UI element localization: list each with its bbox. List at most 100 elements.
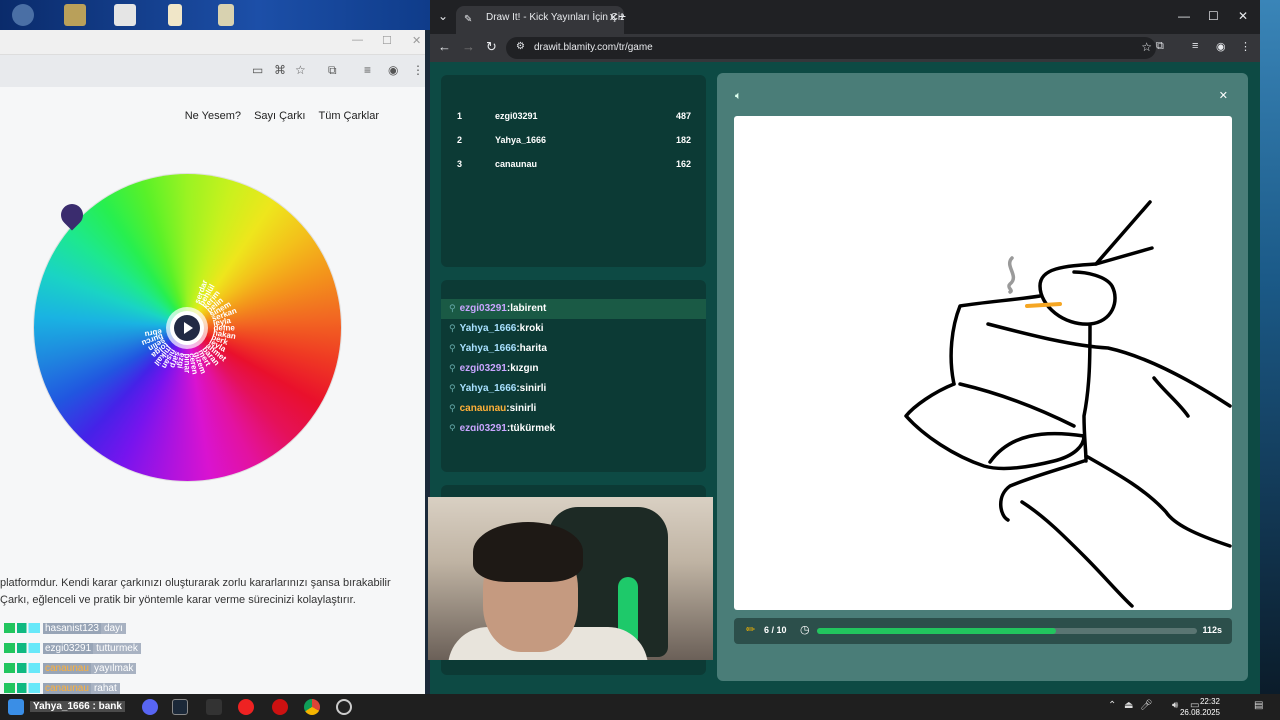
forward-icon[interactable]: → <box>462 39 475 54</box>
desktop-folder-icon[interactable] <box>168 4 182 26</box>
taskbar-chat-label: Yahya_1666 : bank <box>30 701 125 712</box>
extensions-icon[interactable]: ⧉ <box>1156 40 1164 53</box>
tab-search-icon[interactable]: ⌄ <box>438 9 448 23</box>
cast-icon[interactable]: ▭ <box>252 63 263 77</box>
chat-message: ⚲ canaunau:sinirli <box>449 403 537 414</box>
chat-badge-icon: ⚲ <box>449 423 456 431</box>
drawing-canvas[interactable] <box>734 116 1232 610</box>
network-icon[interactable]: ⏏ <box>1124 700 1133 711</box>
wheel-page: Ne Yesem? Sayı Çarkı Tüm Çarklar serdar b… <box>0 87 425 694</box>
close-panel-icon[interactable]: ✕ <box>1219 89 1228 102</box>
site-nav: Ne Yesem? Sayı Çarkı Tüm Çarklar <box>175 110 379 122</box>
site-info-icon[interactable]: ⚙ <box>516 41 525 52</box>
steam-icon[interactable] <box>172 699 188 715</box>
chat-badges-icon <box>4 623 40 633</box>
bookmark-star-icon[interactable]: ☆ <box>1141 40 1152 54</box>
start-icon[interactable] <box>8 699 24 715</box>
chat-line: canaunau yayılmak <box>4 658 141 678</box>
drawing-panel: 🔈︎ ✕ ✏︎ 6 / 10 ◷ 112s <box>717 73 1248 681</box>
round-progress: ✏︎ 6 / 10 ◷ 112s <box>734 618 1232 644</box>
taskbar: Yahya_1666 : bank ⌃ ⏏ 🎤︎ 🔊︎ ▭ 22:32 26.0… <box>0 694 1280 720</box>
new-tab-icon[interactable]: + <box>618 8 626 24</box>
chrome-icon[interactable] <box>304 699 320 715</box>
maximize-icon[interactable]: ☐ <box>1208 9 1219 23</box>
chat-badge-icon: ⚲ <box>449 303 456 313</box>
notification-icon[interactable]: ▤ <box>1254 700 1263 711</box>
wheel-segment-label: ebru <box>144 327 163 339</box>
translate-icon[interactable]: ⌘ <box>274 63 286 77</box>
epic-games-icon[interactable] <box>206 699 222 715</box>
nav-link-tum-carklar[interactable]: Tüm Çarklar <box>318 110 379 122</box>
desktop-file-icon[interactable] <box>218 4 234 26</box>
chat-line: ezgi03291 tutturmek <box>4 638 141 658</box>
chat-line: canaunau rahat <box>4 678 141 694</box>
leaderboard-row: 1 ezgi03291 487 <box>457 111 691 121</box>
taskbar-clock[interactable]: 22:32 26.08.2025 <box>1180 696 1220 718</box>
chat-line: hasanist123 dayı <box>4 618 141 638</box>
discord-icon[interactable] <box>142 699 158 715</box>
chat-message: ⚲ Yahya_1666:kroki <box>449 323 544 334</box>
desktop-background <box>0 0 430 30</box>
volume-icon[interactable]: 🔊︎ <box>1172 700 1178 711</box>
browser-toolbar: ▭ ⌘ ☆ ⧉ ≡ ◉ ⋮ <box>0 55 425 87</box>
profile-icon[interactable]: ◉ <box>388 63 398 77</box>
mic-icon[interactable]: 🎤︎ <box>1140 700 1153 711</box>
leaderboard-row: 3 canaunau 162 <box>457 159 691 169</box>
leaderboard-panel: 1 ezgi03291 487 2 Yahya_1666 182 3 canaunau 16… <box>441 75 706 267</box>
chat-badge-icon: ⚲ <box>449 363 456 373</box>
guess-chat-list: ⚲ ezgi03291:labirent ⚲ Yahya_1666:kroki ⚲ Yah… <box>441 299 706 431</box>
chat-badge-icon: ⚲ <box>449 403 456 413</box>
chat-message: ⚲ ezgi03291:tükürmek <box>449 423 556 431</box>
chat-badge-icon: ⚲ <box>449 323 456 333</box>
app-red-icon[interactable] <box>238 699 254 715</box>
url-input[interactable]: ⚙ drawit.blamity.com/tr/game ☆ <box>506 37 1156 59</box>
desktop-app-icon[interactable] <box>12 4 34 26</box>
chat-badge-icon: ⚲ <box>449 383 456 393</box>
stream-chat-overlay: hasanist123 dayı ezgi03291 tutturmek canau… <box>4 618 141 694</box>
opera-icon[interactable] <box>272 699 288 715</box>
desktop-game-icon[interactable] <box>64 4 86 26</box>
nav-link-ne-yesem[interactable]: Ne Yesem? <box>185 110 241 122</box>
chat-message: ⚲ Yahya_1666:sinirli <box>449 383 547 394</box>
desktop-background <box>1260 0 1280 694</box>
play-icon <box>174 315 200 341</box>
menu-icon[interactable]: ⋮ <box>412 63 424 77</box>
close-icon[interactable]: ✕ <box>412 34 421 47</box>
chat-message: ⚲ Yahya_1666:harita <box>449 343 547 354</box>
chat-badges-icon <box>4 643 40 653</box>
leaderboard-row: 2 Yahya_1666 182 <box>457 135 691 145</box>
maximize-icon[interactable]: ☐ <box>382 34 392 47</box>
profile-icon[interactable]: ◉ <box>1216 40 1226 53</box>
pencil-favicon-icon: ✎ <box>464 14 473 25</box>
close-tab-icon[interactable]: ✕ <box>609 11 618 24</box>
address-bar: ← → ↻ ⚙ drawit.blamity.com/tr/game ☆ ⧉ ≡… <box>430 34 1260 62</box>
media-icon[interactable]: ≡ <box>364 63 371 77</box>
minimize-icon[interactable]: — <box>1178 9 1190 23</box>
obs-icon[interactable] <box>336 699 352 715</box>
minimize-icon[interactable]: — <box>352 34 363 46</box>
menu-icon[interactable]: ⋮ <box>1240 40 1251 53</box>
chat-badges-icon <box>4 663 40 673</box>
media-icon[interactable]: ≡ <box>1192 40 1198 52</box>
close-icon[interactable]: ✕ <box>1238 9 1248 23</box>
bookmark-star-icon[interactable]: ☆ <box>295 63 306 77</box>
wheel-browser-window: — ☐ ✕ ▭ ⌘ ☆ ⧉ ≡ ◉ ⋮ Ne Yesem? Sayı Çarkı… <box>0 30 425 694</box>
extensions-icon[interactable]: ⧉ <box>328 63 337 78</box>
desktop-game-icon[interactable] <box>114 4 136 26</box>
pencil-icon: ✏︎ <box>746 624 756 636</box>
window-titlebar: — ☐ ✕ <box>0 30 425 55</box>
spin-button[interactable] <box>170 311 204 345</box>
tab-draw-it[interactable]: ✎ Draw It! - Kick Yayınları İçin Çiz ✕ <box>456 6 624 34</box>
back-icon[interactable]: ← <box>438 39 451 54</box>
chat-message: ⚲ ezgi03291:labirent <box>441 299 706 319</box>
sound-icon[interactable]: 🔈︎ <box>735 90 742 103</box>
drawing-strokes <box>904 200 1232 608</box>
reload-icon[interactable]: ↻ <box>486 39 497 55</box>
timer-icon: ◷ <box>800 624 810 636</box>
tray-chevron-icon[interactable]: ⌃ <box>1108 700 1116 711</box>
chat-badge-icon: ⚲ <box>449 343 456 353</box>
nav-link-sayi-carki[interactable]: Sayı Çarkı <box>254 110 305 122</box>
chat-badges-icon <box>4 683 40 693</box>
streamer-webcam <box>428 497 713 660</box>
tab-bar: ⌄ ✎ Draw It! - Kick Yayınları İçin Çiz ✕… <box>430 0 1260 34</box>
